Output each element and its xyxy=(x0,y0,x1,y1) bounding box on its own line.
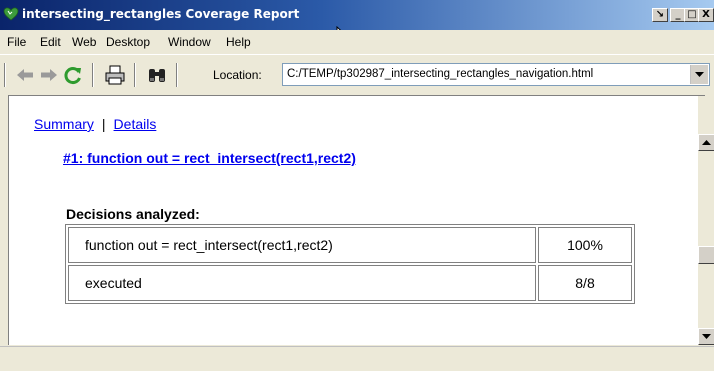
menu-web[interactable]: Web xyxy=(72,35,96,49)
menu-bar: File Edit Web Desktop Window Help xyxy=(0,30,714,54)
forward-arrow-icon[interactable] xyxy=(38,64,60,86)
find-icon[interactable] xyxy=(146,64,168,86)
decisions-table: function out = rect_intersect(rect1,rect… xyxy=(65,224,635,304)
menu-edit[interactable]: Edit xyxy=(40,35,61,49)
toolbar-separator xyxy=(134,63,136,87)
details-link[interactable]: Details xyxy=(114,116,157,132)
chevron-up-icon xyxy=(702,139,711,145)
location-label: Location: xyxy=(213,68,262,82)
decisions-heading: Decisions analyzed: xyxy=(66,206,200,222)
print-icon[interactable] xyxy=(104,64,126,86)
scroll-down-button[interactable] xyxy=(698,328,714,345)
title-bar[interactable]: intersecting_rectangles Coverage Report … xyxy=(0,0,714,30)
toolbar-separator xyxy=(176,63,178,87)
location-dropdown-button[interactable] xyxy=(690,65,708,84)
dock-button[interactable]: ↘ xyxy=(652,8,668,22)
report-nav: Summary | Details xyxy=(34,116,156,132)
decision-label: function out = rect_intersect(rect1,rect… xyxy=(68,227,536,263)
location-field[interactable]: C:/TEMP/tp302987_intersecting_rectangles… xyxy=(282,63,710,86)
menu-desktop[interactable]: Desktop xyxy=(106,35,150,49)
vertical-scrollbar[interactable] xyxy=(698,96,714,346)
nav-separator: | xyxy=(101,116,106,132)
report-content: Summary | Details #1: function out = rect_… xyxy=(8,95,714,346)
close-button[interactable]: X xyxy=(698,8,714,22)
chevron-down-icon xyxy=(702,333,711,339)
back-arrow-icon[interactable] xyxy=(14,64,36,86)
status-bar xyxy=(0,346,714,371)
menu-help[interactable]: Help xyxy=(226,35,251,49)
location-value[interactable]: C:/TEMP/tp302987_intersecting_rectangles… xyxy=(287,68,593,80)
matlab-heart-icon xyxy=(3,7,19,21)
decision-value: 100% xyxy=(538,227,632,263)
summary-link[interactable]: Summary xyxy=(34,116,94,132)
function-link[interactable]: #1: function out = rect_intersect(rect1,… xyxy=(63,150,356,166)
toolbar: Location: C:/TEMP/tp302987_intersecting_… xyxy=(0,54,714,94)
report-window: intersecting_rectangles Coverage Report … xyxy=(0,0,714,371)
toolbar-separator xyxy=(92,63,94,87)
menu-window[interactable]: Window xyxy=(168,35,211,49)
chevron-down-icon xyxy=(695,71,704,77)
table-row: function out = rect_intersect(rect1,rect… xyxy=(68,227,632,263)
toolbar-separator xyxy=(4,63,6,87)
table-row: executed 8/8 xyxy=(68,265,632,301)
menu-file[interactable]: File xyxy=(7,35,26,49)
scroll-thumb[interactable] xyxy=(698,246,714,264)
decision-value: 8/8 xyxy=(538,265,632,301)
scroll-up-button[interactable] xyxy=(698,134,714,151)
refresh-icon[interactable] xyxy=(62,64,84,86)
window-title: intersecting_rectangles Coverage Report xyxy=(22,7,300,21)
decision-label: executed xyxy=(68,265,536,301)
